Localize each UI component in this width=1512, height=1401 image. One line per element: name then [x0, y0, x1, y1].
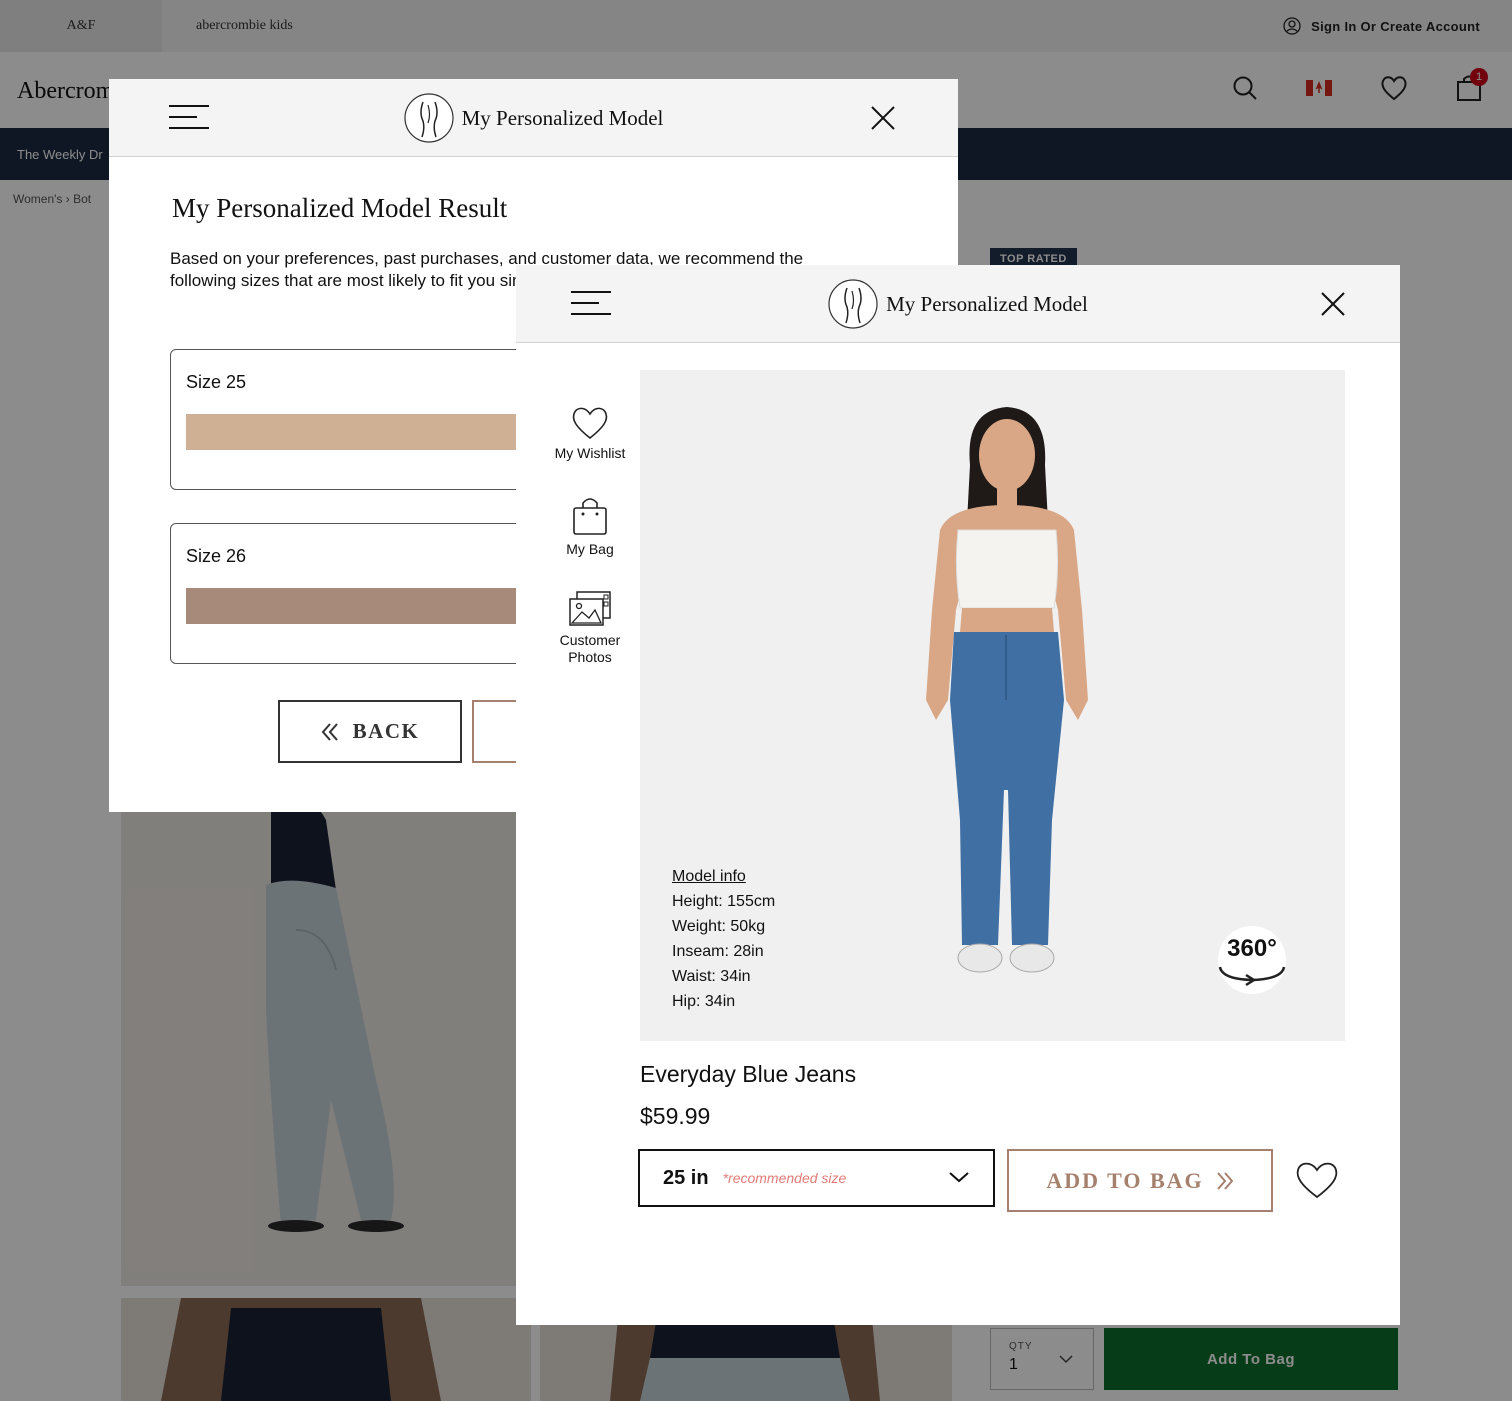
model-modal-branding: My Personalized Model	[516, 279, 1400, 329]
add-to-wishlist-heart-icon[interactable]	[1294, 1160, 1340, 1200]
model-modal-title: My Personalized Model	[886, 291, 1088, 316]
bag-icon	[573, 498, 607, 535]
product-price: $59.99	[640, 1103, 711, 1129]
sidebar-item-customer-photos[interactable]: Customer Photos	[546, 590, 634, 666]
result-modal-branding: My Personalized Model	[109, 93, 958, 143]
sidebar-label: Customer Photos	[559, 632, 621, 665]
double-chevron-right-icon	[1216, 1171, 1233, 1190]
model-info-link[interactable]: Model info	[672, 864, 775, 889]
result-heading: My Personalized Model Result	[172, 193, 508, 223]
back-label: BACK	[352, 719, 420, 743]
product-name: Everyday Blue Jeans	[640, 1061, 857, 1087]
size-label: Size 25	[186, 372, 247, 392]
add-to-bag-label: ADD TO BAG	[1046, 1167, 1204, 1193]
photos-icon	[569, 591, 611, 626]
model-inseam: Inseam: 28in	[672, 943, 764, 960]
model-hip: Hip: 34in	[672, 993, 736, 1010]
double-chevron-left-icon	[321, 722, 338, 741]
close-icon[interactable]	[870, 105, 896, 131]
heart-icon	[572, 407, 608, 440]
body-silhouette-logo-icon	[403, 93, 454, 143]
add-to-bag-button[interactable]: ADD TO BAG	[1007, 1149, 1273, 1212]
model-waist: Waist: 34in	[672, 968, 751, 985]
sidebar-item-wishlist[interactable]: My Wishlist	[546, 405, 634, 461]
model-height: Height: 155cm	[672, 893, 776, 910]
recommended-size-note: *recommended size	[722, 1170, 847, 1186]
size-value: 25 in	[663, 1166, 709, 1189]
sidebar-label: My Wishlist	[554, 445, 626, 461]
result-modal-header: My Personalized Model	[109, 79, 958, 157]
chevron-down-icon	[949, 1172, 969, 1183]
model-viewer[interactable]: Model info Height: 155cm Weight: 50kg In…	[640, 370, 1345, 1041]
size-select[interactable]: 25 in *recommended size	[638, 1149, 995, 1207]
model-modal-header: My Personalized Model	[516, 265, 1400, 343]
back-button[interactable]: BACK	[278, 700, 462, 763]
result-modal-title: My Personalized Model	[461, 105, 664, 130]
rotate-360-label: 360°	[1227, 935, 1277, 962]
sidebar-item-bag[interactable]: My Bag	[546, 495, 634, 557]
body-silhouette-logo-icon	[828, 279, 878, 329]
model-weight: Weight: 50kg	[672, 918, 766, 935]
rotate-360-button[interactable]: 360°	[1212, 925, 1292, 995]
model-info: Model info Height: 155cm Weight: 50kg In…	[672, 864, 775, 1014]
sidebar-label: My Bag	[566, 541, 614, 557]
close-icon[interactable]	[1320, 291, 1346, 317]
size-label: Size 26	[186, 546, 247, 566]
model-modal: My Personalized Model My Wishlist My Bag…	[516, 265, 1400, 1325]
